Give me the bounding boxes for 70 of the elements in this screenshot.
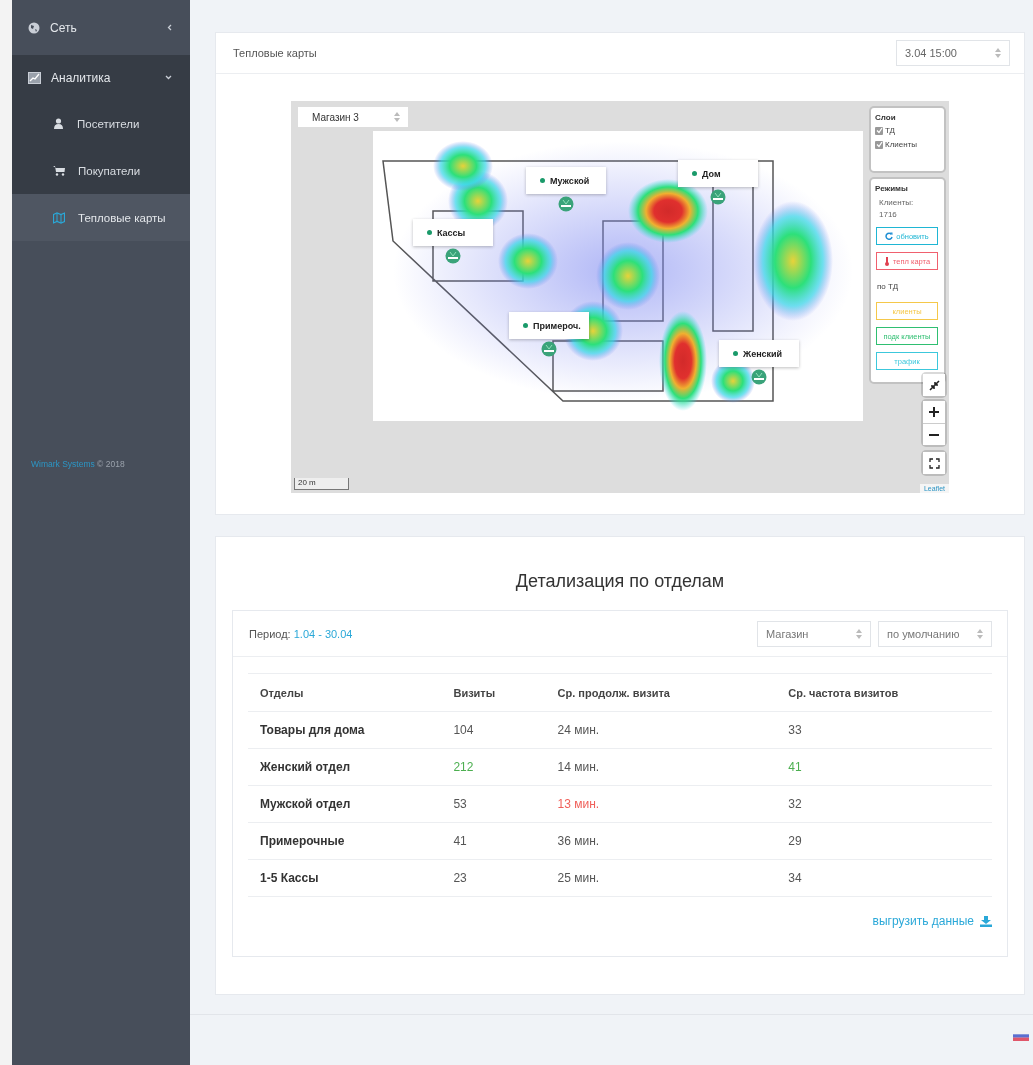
map-marker-label[interactable]: Дом xyxy=(678,160,758,187)
table-cell: 23 xyxy=(453,871,467,885)
sort-arrows-icon xyxy=(394,112,400,122)
scale-bar: 20 m xyxy=(294,478,349,490)
table-cell: 41 xyxy=(788,760,802,774)
thermometer-icon xyxy=(883,256,890,266)
table-cell: 25 мин. xyxy=(557,871,600,885)
sort-arrows-icon xyxy=(995,48,1001,58)
column-header: Ср. продолж. визита xyxy=(545,673,777,712)
period-text: Период: 1.04 - 30.04 xyxy=(249,627,354,640)
chevron-left-icon xyxy=(167,24,172,31)
panel-title: Режимы xyxy=(875,184,909,193)
table-cell: 29 xyxy=(788,834,802,848)
table-cell: 36 мин. xyxy=(557,834,600,848)
table-cell: 212 xyxy=(453,760,474,774)
sidebar-subitem[interactable]: Тепловые карты xyxy=(12,194,190,241)
table-cell: 104 xyxy=(453,723,474,737)
table-cell: 13 мин. xyxy=(557,797,600,811)
refresh-icon xyxy=(885,232,894,240)
column-header: Отделы xyxy=(248,673,442,712)
map-marker-label[interactable]: Мужской xyxy=(526,167,606,194)
time-select[interactable]: 3.04 15:00 xyxy=(896,40,1010,66)
store-select[interactable]: Магазин 3 xyxy=(298,107,408,127)
flag-icon[interactable] xyxy=(1013,1031,1029,1041)
map-icon xyxy=(53,211,65,224)
table-cell: 53 xyxy=(453,797,467,811)
person-icon xyxy=(53,118,64,129)
table-cell: Мужской отдел xyxy=(260,797,351,811)
table-cell: 32 xyxy=(788,797,802,811)
sidebar-subitem[interactable]: Посетители xyxy=(12,100,190,147)
sort-arrows-icon xyxy=(856,628,862,639)
map-marker-label[interactable]: Женский xyxy=(719,340,799,367)
sidebar-item[interactable]: Аналитика xyxy=(12,55,190,100)
sort-arrows-icon xyxy=(977,628,983,639)
column-header: Визиты xyxy=(441,673,546,712)
collapse-button[interactable] xyxy=(923,374,945,396)
column-header: Ср. частота визитов xyxy=(776,673,992,712)
table-cell: 1-5 Кассы xyxy=(260,871,319,885)
panel-title: Слои xyxy=(875,113,897,122)
globe-icon xyxy=(28,21,40,34)
map-marker-label[interactable]: Кассы xyxy=(413,219,493,246)
table-cell: Примерочные xyxy=(260,834,345,848)
table-cell: 41 xyxy=(453,834,467,848)
sidebar-item[interactable]: Сеть xyxy=(12,0,190,55)
chart-icon xyxy=(28,71,41,84)
table-cell: 34 xyxy=(788,871,802,885)
panel-subtitle: по ТД xyxy=(877,282,900,291)
fullscreen-button[interactable] xyxy=(923,452,945,474)
filter-select[interactable]: Магазин xyxy=(757,620,871,647)
table-cell: 14 мин. xyxy=(557,760,600,774)
cart-icon xyxy=(53,165,65,176)
map-marker-label[interactable]: Примероч. xyxy=(509,312,589,339)
layer-checkbox[interactable]: ТД xyxy=(875,126,940,135)
collapse-icon xyxy=(928,379,940,391)
sidebar-subitem[interactable]: Покупатели xyxy=(12,147,190,194)
table-cell: Товары для дома xyxy=(260,723,365,737)
layer-checkbox[interactable]: Клиенты xyxy=(875,140,940,149)
section-title: Детализация по отделам xyxy=(514,571,726,592)
clients-count-text: Клиенты: 1716 xyxy=(879,197,915,221)
table-cell: Женский отдел xyxy=(260,760,351,774)
chevron-down-icon xyxy=(165,75,172,80)
download-icon xyxy=(980,915,992,927)
filter-select[interactable]: по умолчанию xyxy=(878,620,992,647)
table-cell: 24 мин. xyxy=(557,723,600,737)
copyright-text: Wimark Systems © 2018 xyxy=(31,459,126,469)
plus-icon xyxy=(929,407,939,417)
card-title: Тепловые карты xyxy=(233,47,317,59)
zoom-out-button[interactable] xyxy=(923,423,945,445)
table-cell: 33 xyxy=(788,723,802,737)
fullscreen-icon xyxy=(928,457,940,469)
